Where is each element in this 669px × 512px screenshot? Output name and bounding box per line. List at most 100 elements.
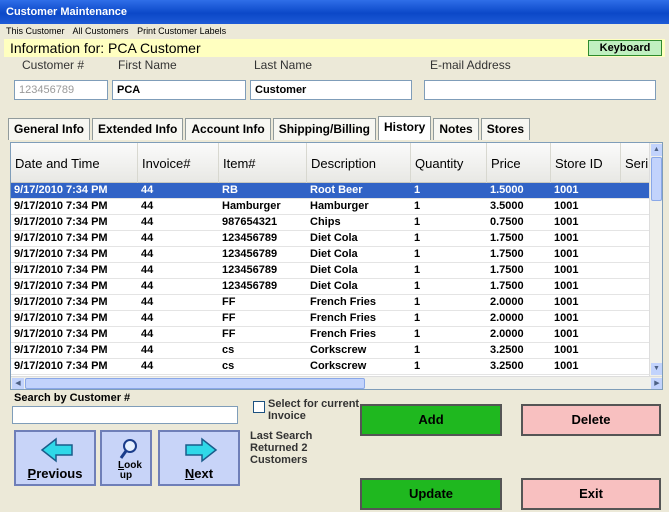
- item-cell: FF: [222, 328, 236, 340]
- previous-button[interactable]: Previous: [14, 430, 96, 486]
- quantity-cell: 1: [414, 264, 421, 276]
- scroll-right-icon[interactable]: ▶: [651, 378, 662, 389]
- select-invoice-option[interactable]: Select for current Invoice: [253, 398, 360, 422]
- col-price-header[interactable]: Price: [487, 143, 551, 183]
- store-id-cell: 1001: [554, 296, 579, 308]
- invoice-cell: 44: [141, 328, 154, 340]
- quantity-cell: 1: [414, 280, 421, 292]
- description-cell: Diet Cola: [310, 232, 358, 244]
- description-cell: Diet Cola: [310, 264, 358, 276]
- table-row[interactable]: 9/17/2010 7:34 PM 44 123456789 Diet Cola 1 1.…: [11, 247, 651, 263]
- col-date-time-header[interactable]: Date and Time: [11, 143, 138, 183]
- quantity-cell: 1: [414, 232, 421, 244]
- invoice-cell: 44: [141, 264, 154, 276]
- item-cell: FF: [222, 296, 236, 308]
- price-cell: 1.7500: [490, 264, 524, 276]
- next-button[interactable]: Next: [158, 430, 240, 486]
- price-cell: 2.0000: [490, 312, 524, 324]
- date-time-cell: 9/17/2010 7:34 PM: [14, 328, 108, 340]
- scroll-up-icon[interactable]: ▲: [651, 144, 662, 156]
- tab-general-info[interactable]: General Info: [8, 118, 91, 140]
- menu-this-customer[interactable]: This Customer: [6, 26, 65, 36]
- store-id-cell: 1001: [554, 264, 579, 276]
- tab-notes[interactable]: Notes: [433, 118, 479, 140]
- last-name-field[interactable]: Customer: [250, 80, 412, 100]
- table-row[interactable]: 9/17/2010 7:34 PM 44 FF French Fries 1 2.0000…: [11, 295, 651, 311]
- lookup-label: Look up: [118, 460, 142, 481]
- col-item-header[interactable]: Item#: [219, 143, 307, 183]
- store-id-cell: 1001: [554, 232, 579, 244]
- customer-number-field: 123456789: [14, 80, 108, 100]
- store-id-cell: 1001: [554, 184, 579, 196]
- price-cell: 0.7500: [490, 216, 524, 228]
- table-row[interactable]: 9/17/2010 7:34 PM 44 cs Corkscrew 1 3.2500 100…: [11, 343, 651, 359]
- vertical-scroll-thumb[interactable]: [651, 157, 662, 201]
- table-row[interactable]: 9/17/2010 7:34 PM 44 123456789 Diet Cola 1 1.…: [11, 263, 651, 279]
- exit-button[interactable]: Exit: [521, 478, 661, 510]
- menu-all-customers[interactable]: All Customers: [73, 26, 129, 36]
- tab-history[interactable]: History: [378, 116, 432, 140]
- tab-shipping-billing[interactable]: Shipping/Billing: [272, 118, 377, 140]
- date-time-cell: 9/17/2010 7:34 PM: [14, 200, 108, 212]
- price-cell: 1.7500: [490, 232, 524, 244]
- col-invoice-header[interactable]: Invoice#: [138, 143, 219, 183]
- info-bar: Information for: PCA Customer Keyboard: [4, 39, 665, 57]
- table-row[interactable]: 9/17/2010 7:34 PM 44 123456789 Diet Cola 1 1.…: [11, 231, 651, 247]
- tab-extended-info[interactable]: Extended Info: [92, 118, 184, 140]
- quantity-cell: 1: [414, 328, 421, 340]
- scroll-down-icon[interactable]: ▼: [651, 363, 662, 375]
- update-label: Update: [408, 486, 454, 501]
- horizontal-scrollbar[interactable]: ◀ ▶: [11, 376, 662, 389]
- quantity-cell: 1: [414, 184, 421, 196]
- table-row[interactable]: 9/17/2010 7:34 PM 44 987654321 Chips 1 0.7500…: [11, 215, 651, 231]
- store-id-cell: 1001: [554, 360, 579, 372]
- vertical-scrollbar[interactable]: ▲ ▼: [649, 143, 662, 376]
- date-time-cell: 9/17/2010 7:34 PM: [14, 232, 108, 244]
- menu-bar: This Customer All Customers Print Custom…: [0, 24, 669, 38]
- first-name-label: First Name: [118, 58, 177, 72]
- quantity-cell: 1: [414, 248, 421, 260]
- invoice-cell: 44: [141, 344, 154, 356]
- first-name-field[interactable]: PCA: [112, 80, 246, 100]
- tab-account-info[interactable]: Account Info: [185, 118, 271, 140]
- table-row[interactable]: 9/17/2010 7:34 PM 44 cs Corkscrew 1 3.2500 100…: [11, 359, 651, 375]
- item-cell: 123456789: [222, 280, 278, 292]
- table-row[interactable]: 9/17/2010 7:34 PM 44 Hamburger Hamburger 1 3.…: [11, 199, 651, 215]
- history-grid[interactable]: Date and Time Invoice# Item# Description Qua…: [10, 142, 663, 390]
- description-cell: Hamburger: [310, 200, 369, 212]
- quantity-cell: 1: [414, 296, 421, 308]
- table-row[interactable]: 9/17/2010 7:34 PM 44 123456789 Diet Cola 1 1.…: [11, 279, 651, 295]
- date-time-cell: 9/17/2010 7:34 PM: [14, 296, 108, 308]
- update-button[interactable]: Update: [360, 478, 502, 510]
- keyboard-button[interactable]: Keyboard: [588, 40, 662, 56]
- search-customer-input[interactable]: [12, 406, 238, 424]
- scroll-left-icon[interactable]: ◀: [12, 378, 24, 389]
- delete-button[interactable]: Delete: [521, 404, 661, 436]
- tab-stores[interactable]: Stores: [480, 118, 531, 140]
- tab-bar: General Info Extended Info Account Info …: [8, 116, 532, 140]
- description-cell: Diet Cola: [310, 248, 358, 260]
- menu-print-labels[interactable]: Print Customer Labels: [137, 26, 226, 36]
- item-cell: RB: [222, 184, 238, 196]
- table-row[interactable]: 9/17/2010 7:34 PM 44 RB Root Beer 1 1.5000 100…: [11, 183, 651, 199]
- horizontal-scroll-thumb[interactable]: [25, 378, 365, 389]
- lookup-button[interactable]: Look up: [100, 430, 152, 486]
- description-cell: Corkscrew: [310, 344, 367, 356]
- col-description-header[interactable]: Description: [307, 143, 411, 183]
- date-time-cell: 9/17/2010 7:34 PM: [14, 280, 108, 292]
- col-store-id-header[interactable]: Store ID: [551, 143, 621, 183]
- invoice-cell: 44: [141, 296, 154, 308]
- price-cell: 3.2500: [490, 344, 524, 356]
- email-field[interactable]: [424, 80, 656, 100]
- store-id-cell: 1001: [554, 216, 579, 228]
- store-id-cell: 1001: [554, 200, 579, 212]
- add-button[interactable]: Add: [360, 404, 502, 436]
- table-row[interactable]: 9/17/2010 7:34 PM 44 FF French Fries 1 2.0000…: [11, 327, 651, 343]
- select-invoice-checkbox[interactable]: [253, 401, 265, 413]
- invoice-cell: 44: [141, 200, 154, 212]
- item-cell: 123456789: [222, 264, 278, 276]
- date-time-cell: 9/17/2010 7:34 PM: [14, 344, 108, 356]
- col-quantity-header[interactable]: Quantity: [411, 143, 487, 183]
- description-cell: Chips: [310, 216, 341, 228]
- table-row[interactable]: 9/17/2010 7:34 PM 44 FF French Fries 1 2.0000…: [11, 311, 651, 327]
